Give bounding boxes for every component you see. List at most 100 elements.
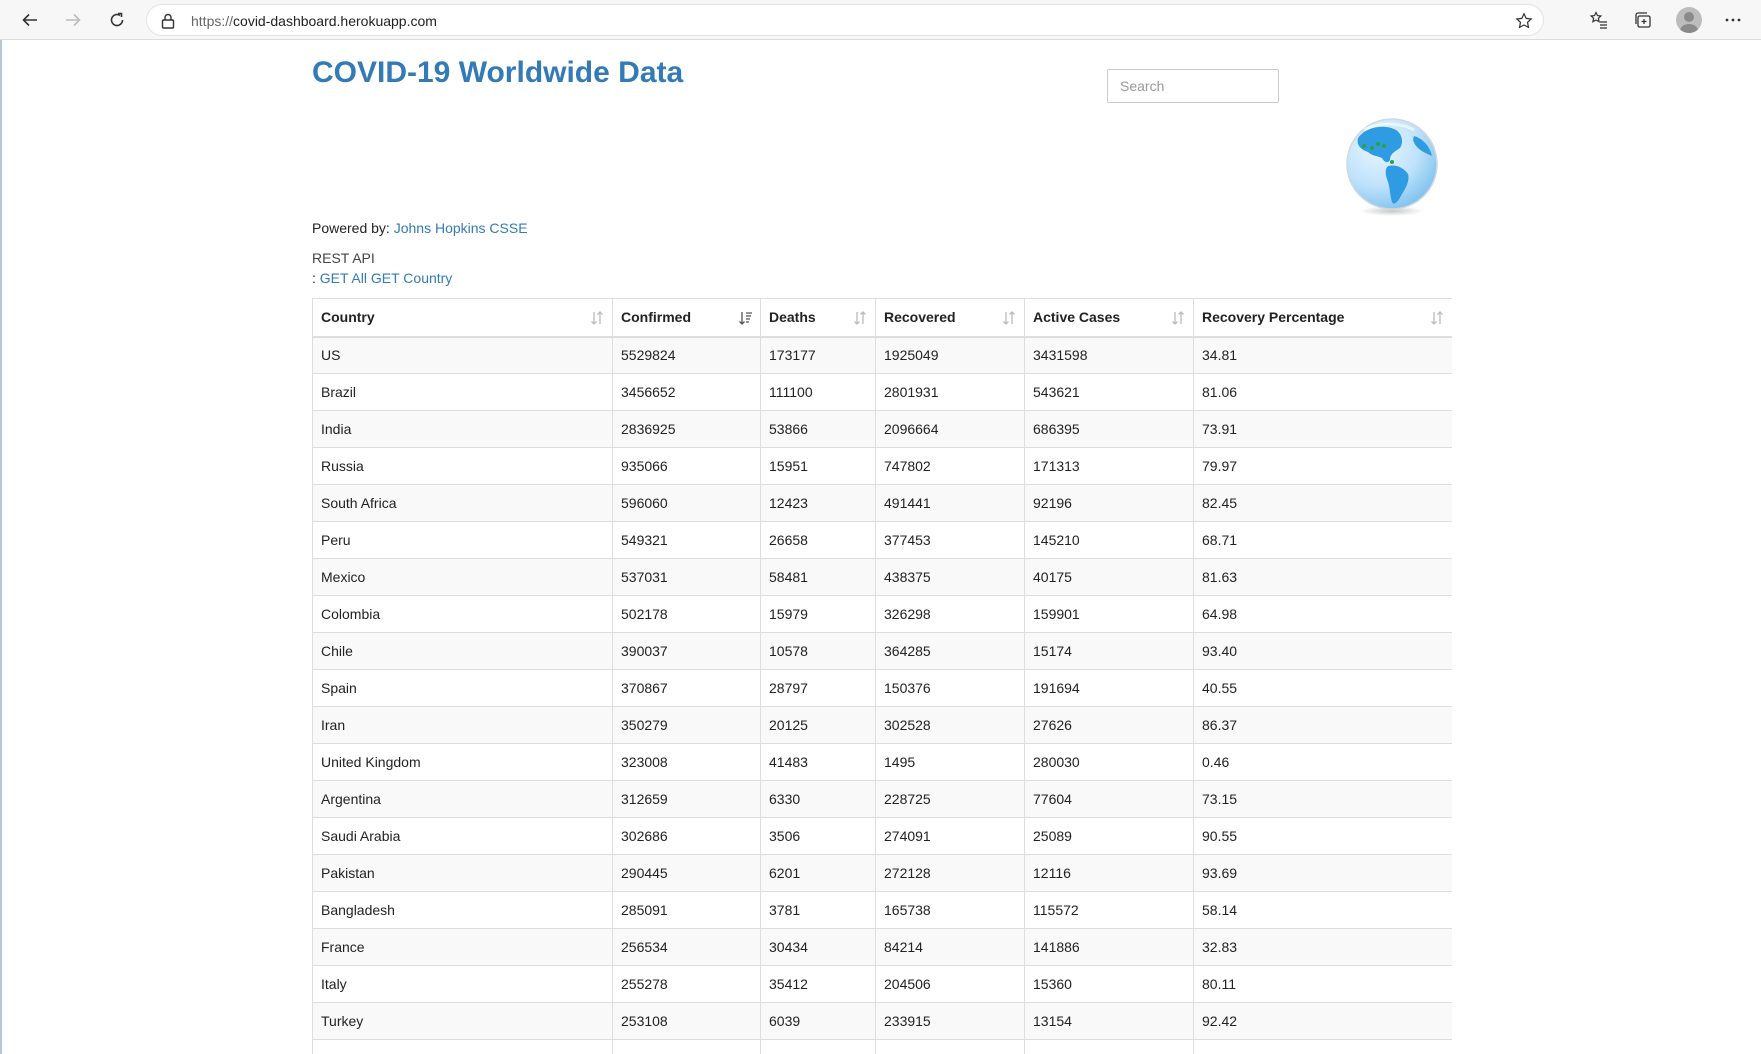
- cell-confirmed: 537031: [612, 558, 761, 596]
- forward-arrow-icon: [66, 13, 81, 27]
- johns-hopkins-link[interactable]: Johns Hopkins CSSE: [394, 220, 528, 236]
- cell-recovery-percentage: 34.81: [1193, 336, 1452, 374]
- cell-recovered: 364285: [875, 632, 1025, 670]
- column-header-recovery-percentage[interactable]: Recovery Percentage: [1193, 298, 1452, 338]
- cell-confirmed: 256534: [612, 928, 761, 966]
- cell-recovery-percentage: 81.63: [1193, 558, 1452, 596]
- cell-recovered: [875, 1039, 1025, 1054]
- data-table-container: Country Confirmed Deaths Recovered Activ…: [312, 298, 1452, 1054]
- column-header-confirmed[interactable]: Confirmed: [612, 298, 761, 338]
- cell-deaths: 3781: [760, 891, 876, 929]
- cell-deaths: 35412: [760, 965, 876, 1003]
- cell-recovered: 302528: [875, 706, 1025, 744]
- cell-active-cases: 15174: [1024, 632, 1194, 670]
- cell-recovered: 2096664: [875, 410, 1025, 448]
- cell-deaths: 20125: [760, 706, 876, 744]
- cell-confirmed: 2836925: [612, 410, 761, 448]
- cell-confirmed: 935066: [612, 447, 761, 485]
- page-title: COVID-19 Worldwide Data: [312, 56, 684, 89]
- table-row: Saudi Arabia 302686 3506 274091 25089 90.55: [312, 817, 1452, 855]
- cell-deaths: 10578: [760, 632, 876, 670]
- get-country-link[interactable]: GET Country: [371, 270, 452, 286]
- cell-confirmed: 390037: [612, 632, 761, 670]
- get-all-link[interactable]: GET All: [320, 270, 367, 286]
- window-edge: [0, 40, 2, 1054]
- cell-recovered: 377453: [875, 521, 1025, 559]
- cell-active-cases: [1024, 1039, 1194, 1054]
- cell-deaths: 6330: [760, 780, 876, 818]
- table-row: Brazil 3456652 111100 2801931 543621 81.06: [312, 373, 1452, 411]
- cell-active-cases: 141886: [1024, 928, 1194, 966]
- cell-recovered: 84214: [875, 928, 1025, 966]
- cell-confirmed: 370867: [612, 669, 761, 707]
- cell-active-cases: 15360: [1024, 965, 1194, 1003]
- forward-button[interactable]: [57, 4, 89, 36]
- table-row: Colombia 502178 15979 326298 159901 64.98: [312, 595, 1452, 633]
- cell-recovery-percentage: 93.69: [1193, 854, 1452, 892]
- cell-active-cases: 191694: [1024, 669, 1194, 707]
- cell-confirmed: 323008: [612, 743, 761, 781]
- sort-icon: [1172, 311, 1184, 325]
- sort-icon: [1003, 311, 1015, 325]
- cell-confirmed: 549321: [612, 521, 761, 559]
- cell-country: Iran: [312, 706, 613, 744]
- cell-recovery-percentage: 0.46: [1193, 743, 1452, 781]
- column-header-recovered[interactable]: Recovered: [875, 298, 1025, 338]
- favorites-icon[interactable]: [1587, 8, 1611, 32]
- cell-recovery-percentage: 79.97: [1193, 447, 1452, 485]
- cell-country: Spain: [312, 669, 613, 707]
- back-button[interactable]: [14, 4, 46, 36]
- cell-recovered: 150376: [875, 669, 1025, 707]
- cell-active-cases: 686395: [1024, 410, 1194, 448]
- table-row: Argentina 312659 6330 228725 77604 73.15: [312, 780, 1452, 818]
- cell-active-cases: 115572: [1024, 891, 1194, 929]
- table-row: France 256534 30434 84214 141886 32.83: [312, 928, 1452, 966]
- cell-deaths: 173177: [760, 336, 876, 374]
- cell-country: Argentina: [312, 780, 613, 818]
- column-header-active-cases[interactable]: Active Cases: [1024, 298, 1194, 338]
- column-header-country[interactable]: Country: [312, 298, 613, 338]
- cell-confirmed: 285091: [612, 891, 761, 929]
- lock-icon: [161, 13, 175, 29]
- cell-deaths: 15951: [760, 447, 876, 485]
- cell-active-cases: 25089: [1024, 817, 1194, 855]
- cell-active-cases: 92196: [1024, 484, 1194, 522]
- column-header-deaths[interactable]: Deaths: [760, 298, 876, 338]
- cell-recovery-percentage: 73.15: [1193, 780, 1452, 818]
- search-input[interactable]: [1107, 69, 1279, 103]
- cell-recovery-percentage: 68.71: [1193, 521, 1452, 559]
- cell-recovered: 491441: [875, 484, 1025, 522]
- cell-country: Turkey: [312, 1002, 613, 1040]
- cell-recovered: 1495: [875, 743, 1025, 781]
- sort-icon: [1431, 311, 1443, 325]
- cell-country: United Kingdom: [312, 743, 613, 781]
- table-row: Pakistan 290445 6201 272128 12116 93.69: [312, 854, 1452, 892]
- cell-active-cases: 77604: [1024, 780, 1194, 818]
- cell-active-cases: 171313: [1024, 447, 1194, 485]
- cell-country: Chile: [312, 632, 613, 670]
- cell-deaths: 26658: [760, 521, 876, 559]
- address-bar[interactable]: https://covid-dashboard.herokuapp.com: [146, 4, 1544, 36]
- profile-avatar-icon[interactable]: [1676, 7, 1702, 33]
- table-row: Iran 350279 20125 302528 27626 86.37: [312, 706, 1452, 744]
- collections-icon[interactable]: [1631, 8, 1655, 32]
- cell-recovered: 274091: [875, 817, 1025, 855]
- refresh-button[interactable]: [101, 4, 133, 36]
- cell-active-cases: 280030: [1024, 743, 1194, 781]
- table-row: Russia 935066 15951 747802 171313 79.97: [312, 447, 1452, 485]
- cell-active-cases: 27626: [1024, 706, 1194, 744]
- table-row: Italy 255278 35412 204506 15360 80.11: [312, 965, 1452, 1003]
- cell-recovery-percentage: 93.40: [1193, 632, 1452, 670]
- cell-country: Peru: [312, 521, 613, 559]
- cell-recovered: 233915: [875, 1002, 1025, 1040]
- favorite-star-icon[interactable]: [1515, 12, 1533, 30]
- cell-recovery-percentage: 90.55: [1193, 817, 1452, 855]
- cell-recovery-percentage: 81.06: [1193, 373, 1452, 411]
- cell-recovered: 1925049: [875, 336, 1025, 374]
- cell-recovery-percentage: 32.83: [1193, 928, 1452, 966]
- table-row: Turkey 253108 6039 233915 13154 92.42: [312, 1002, 1452, 1040]
- cell-confirmed: 596060: [612, 484, 761, 522]
- cell-recovery-percentage: [1193, 1039, 1452, 1054]
- cell-deaths: 41483: [760, 743, 876, 781]
- more-menu-icon[interactable]: [1721, 8, 1745, 32]
